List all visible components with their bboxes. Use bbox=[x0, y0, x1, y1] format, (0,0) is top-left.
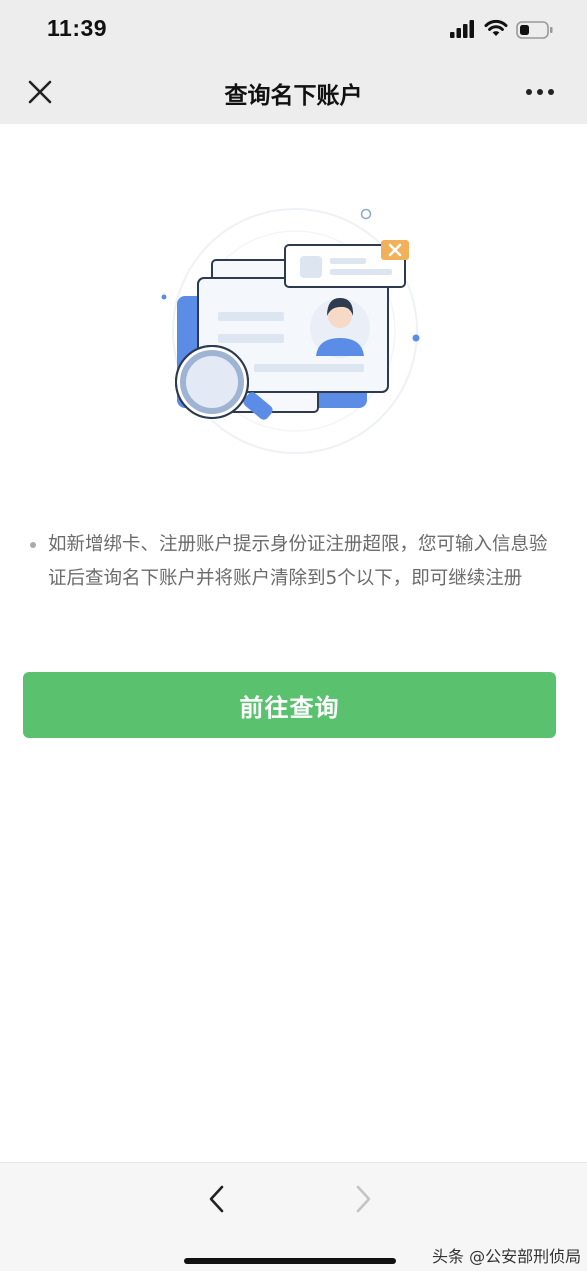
signal-icon bbox=[450, 20, 474, 38]
chevron-right-icon bbox=[356, 1185, 371, 1213]
bullet-dot bbox=[30, 542, 36, 548]
page-title: 查询名下账户 bbox=[224, 83, 363, 109]
home-indicator[interactable] bbox=[184, 1258, 396, 1264]
wifi-icon bbox=[484, 19, 508, 36]
id-card-illustration bbox=[161, 208, 420, 454]
watermark: 头条 @公安部刑侦局 bbox=[432, 1247, 582, 1266]
screen: 11:39 查询名下账户 如新增绑卡、注册账户提示身份证注册超限，您可输入信息验… bbox=[0, 0, 587, 1271]
notice: 如新增绑卡、注册账户提示身份证注册超限，您可输入信息验证后查询名下账户并将账户清… bbox=[30, 528, 560, 596]
status-time: 11:39 bbox=[47, 15, 108, 41]
notice-text: 如新增绑卡、注册账户提示身份证注册超限，您可输入信息验证后查询名下账户并将账户清… bbox=[48, 534, 548, 589]
chevron-left-icon[interactable] bbox=[200, 1181, 236, 1217]
bottom-navigation: 头条 @公安部刑侦局 bbox=[0, 1162, 587, 1271]
more-icon[interactable] bbox=[522, 82, 558, 102]
battery-icon bbox=[516, 21, 553, 39]
go-query-button[interactable]: 前往查询 bbox=[23, 672, 556, 738]
top-bar: 11:39 查询名下账户 bbox=[0, 0, 587, 124]
